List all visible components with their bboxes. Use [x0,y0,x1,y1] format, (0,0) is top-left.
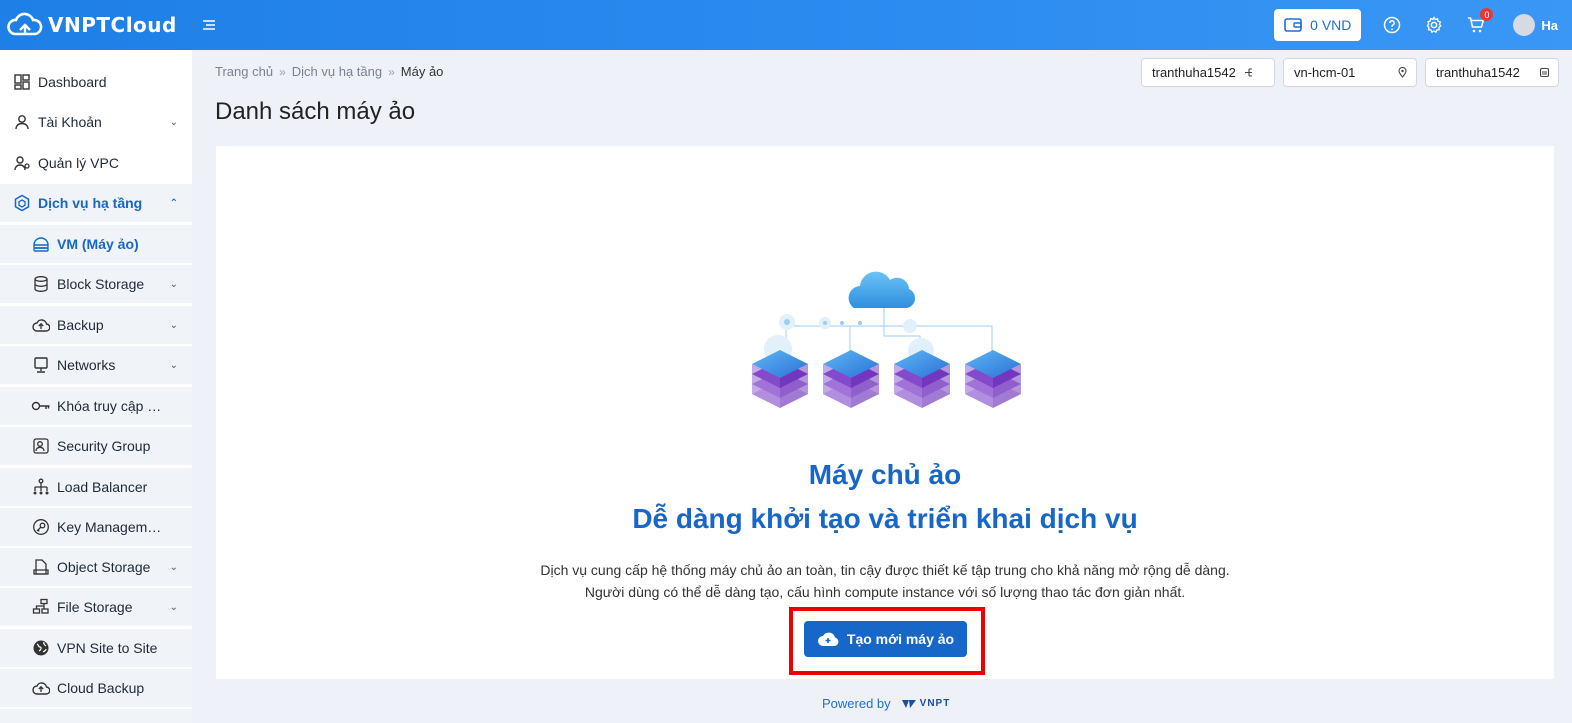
chevron-down-icon: ⌄ [169,359,178,371]
empty-state-description-line1: Dịch vụ cung cấp hệ thống máy chủ ảo an … [540,562,1230,578]
cloud-plus-icon [817,632,839,647]
user-icon [12,112,32,132]
brand-name: VNPTCloud [48,13,177,37]
load-balancer-icon [31,477,51,497]
chevron-down-icon: ⌄ [169,561,178,573]
powered-by-text: Powered by [822,696,891,711]
empty-state-title: Máy chủ ảo [808,459,962,490]
breadcrumb-section[interactable]: Dịch vụ hạ tầng [292,64,382,79]
menu-icon [202,20,215,30]
sidebar-item-ssh-keys[interactable]: Khóa truy cập SSH [0,387,192,425]
region-selector[interactable]: vn-hcm-01 [1283,58,1417,87]
sidebar-item-networks[interactable]: Networks ⌄ [0,346,192,384]
object-storage-icon [31,557,51,577]
account-selector[interactable]: tranthuha1542 [1425,58,1559,87]
sidebar-item-key-management[interactable]: Key Management [0,508,192,546]
sidebar-item-backup[interactable]: Backup ⌄ [0,306,192,344]
context-selectors: tranthuha1542 vn-hcm-01 tranthuha1542 [1141,58,1559,87]
wallet-balance-button[interactable]: 0 VND [1274,9,1362,41]
cloud-backup-icon [31,678,51,698]
user-name: Ha [1541,17,1558,33]
monitor-icon [31,355,51,375]
account-database-icon [1539,67,1550,78]
help-button[interactable] [1381,14,1403,36]
chevron-down-icon: ⌄ [169,319,178,331]
sidebar-item-object-storage[interactable]: Object Storage ⌄ [0,548,192,586]
sidebar-item-dashboard[interactable]: Dashboard [0,63,192,101]
chevron-down-icon: ⌄ [169,116,178,128]
sidebar-item-vpn[interactable]: VPN Site to Site [0,629,192,667]
vm-icon [31,234,51,254]
cloud-logo-icon [7,12,43,36]
menu-toggle-button[interactable] [201,17,217,33]
sidebar-item-vm[interactable]: VM (Máy ảo) [0,225,192,263]
breadcrumb-home[interactable]: Trang chủ [215,64,273,79]
sidebar-item-block-storage[interactable]: Block Storage ⌄ [0,265,192,303]
sidebar-item-file-storage[interactable]: File Storage ⌄ [0,588,192,626]
wallet-icon [1284,18,1302,32]
sidebar-item-account[interactable]: Tài Khoản ⌄ [0,103,192,141]
database-icon [31,274,51,294]
balance-amount: 0 VND [1310,17,1352,33]
avatar [1513,14,1536,36]
sidebar-item-load-balancer[interactable]: Load Balancer [0,468,192,506]
security-group-icon [31,436,51,456]
sidebar-item-infrastructure[interactable]: Dịch vụ hạ tầng ⌃ [0,184,192,222]
location-pin-icon [1397,67,1408,78]
breadcrumb-separator-icon: » [279,64,286,79]
page-title: Danh sách máy ảo [215,98,416,125]
breadcrumb-current: Máy ảo [400,64,444,79]
globe-icon [31,638,51,658]
empty-state-description-line2: Người dùng có thể dễ dàng tạo, cấu hình … [584,584,1186,600]
project-tree-icon [1244,67,1255,78]
sidebar-item-security-group[interactable]: Security Group [0,427,192,465]
infrastructure-icon [12,193,32,213]
chevron-down-icon: ⌄ [169,601,178,613]
sidebar: Dashboard Tài Khoản ⌄ Quản lý VPC Dịch v… [0,50,192,723]
chevron-down-icon: ⌄ [169,278,178,290]
gear-icon [1426,16,1443,34]
create-vm-label: Tạo mới máy ảo [846,631,955,647]
breadcrumb: Trang chủ » Dịch vụ hạ tầng » Máy ảo [215,64,443,79]
cart-count-badge: 0 [1480,8,1494,21]
key-icon [31,396,51,416]
cart-button[interactable]: 0 [1465,8,1494,36]
footer: Powered by VNPT [822,696,950,711]
sidebar-group-bg [0,709,192,723]
settings-button[interactable] [1423,14,1445,36]
user-menu[interactable]: Ha [1513,14,1558,36]
key-management-icon [31,517,51,537]
cloud-servers-illustration [752,271,1021,408]
vnpt-mark-icon [901,699,916,708]
empty-state-subtitle: Dễ dàng khởi tạo và triển khai dịch vụ [632,503,1138,534]
sidebar-item-cloud-backup[interactable]: Cloud Backup [0,669,192,707]
project-value: tranthuha1542 [1152,65,1236,80]
top-header: VNPTCloud 0 VND 0 Ha [0,0,1572,50]
chevron-up-icon: ⌃ [169,197,178,209]
file-storage-icon [31,597,51,617]
cloud-upload-icon [31,315,51,335]
brand-logo[interactable]: VNPTCloud [6,0,177,50]
vnpt-logo: VNPT [901,698,951,710]
help-icon [1384,16,1401,34]
region-value: vn-hcm-01 [1294,65,1356,80]
project-selector[interactable]: tranthuha1542 [1141,58,1275,87]
account-value: tranthuha1542 [1436,65,1520,80]
sidebar-item-vpc[interactable]: Quản lý VPC [0,144,192,182]
breadcrumb-separator-icon: » [388,64,395,79]
dashboard-icon [12,72,32,92]
empty-state-card: Máy chủ ảo Dễ dàng khởi tạo và triển kha… [216,146,1554,679]
vpc-icon [12,153,32,173]
create-vm-button[interactable]: Tạo mới máy ảo [804,621,967,657]
